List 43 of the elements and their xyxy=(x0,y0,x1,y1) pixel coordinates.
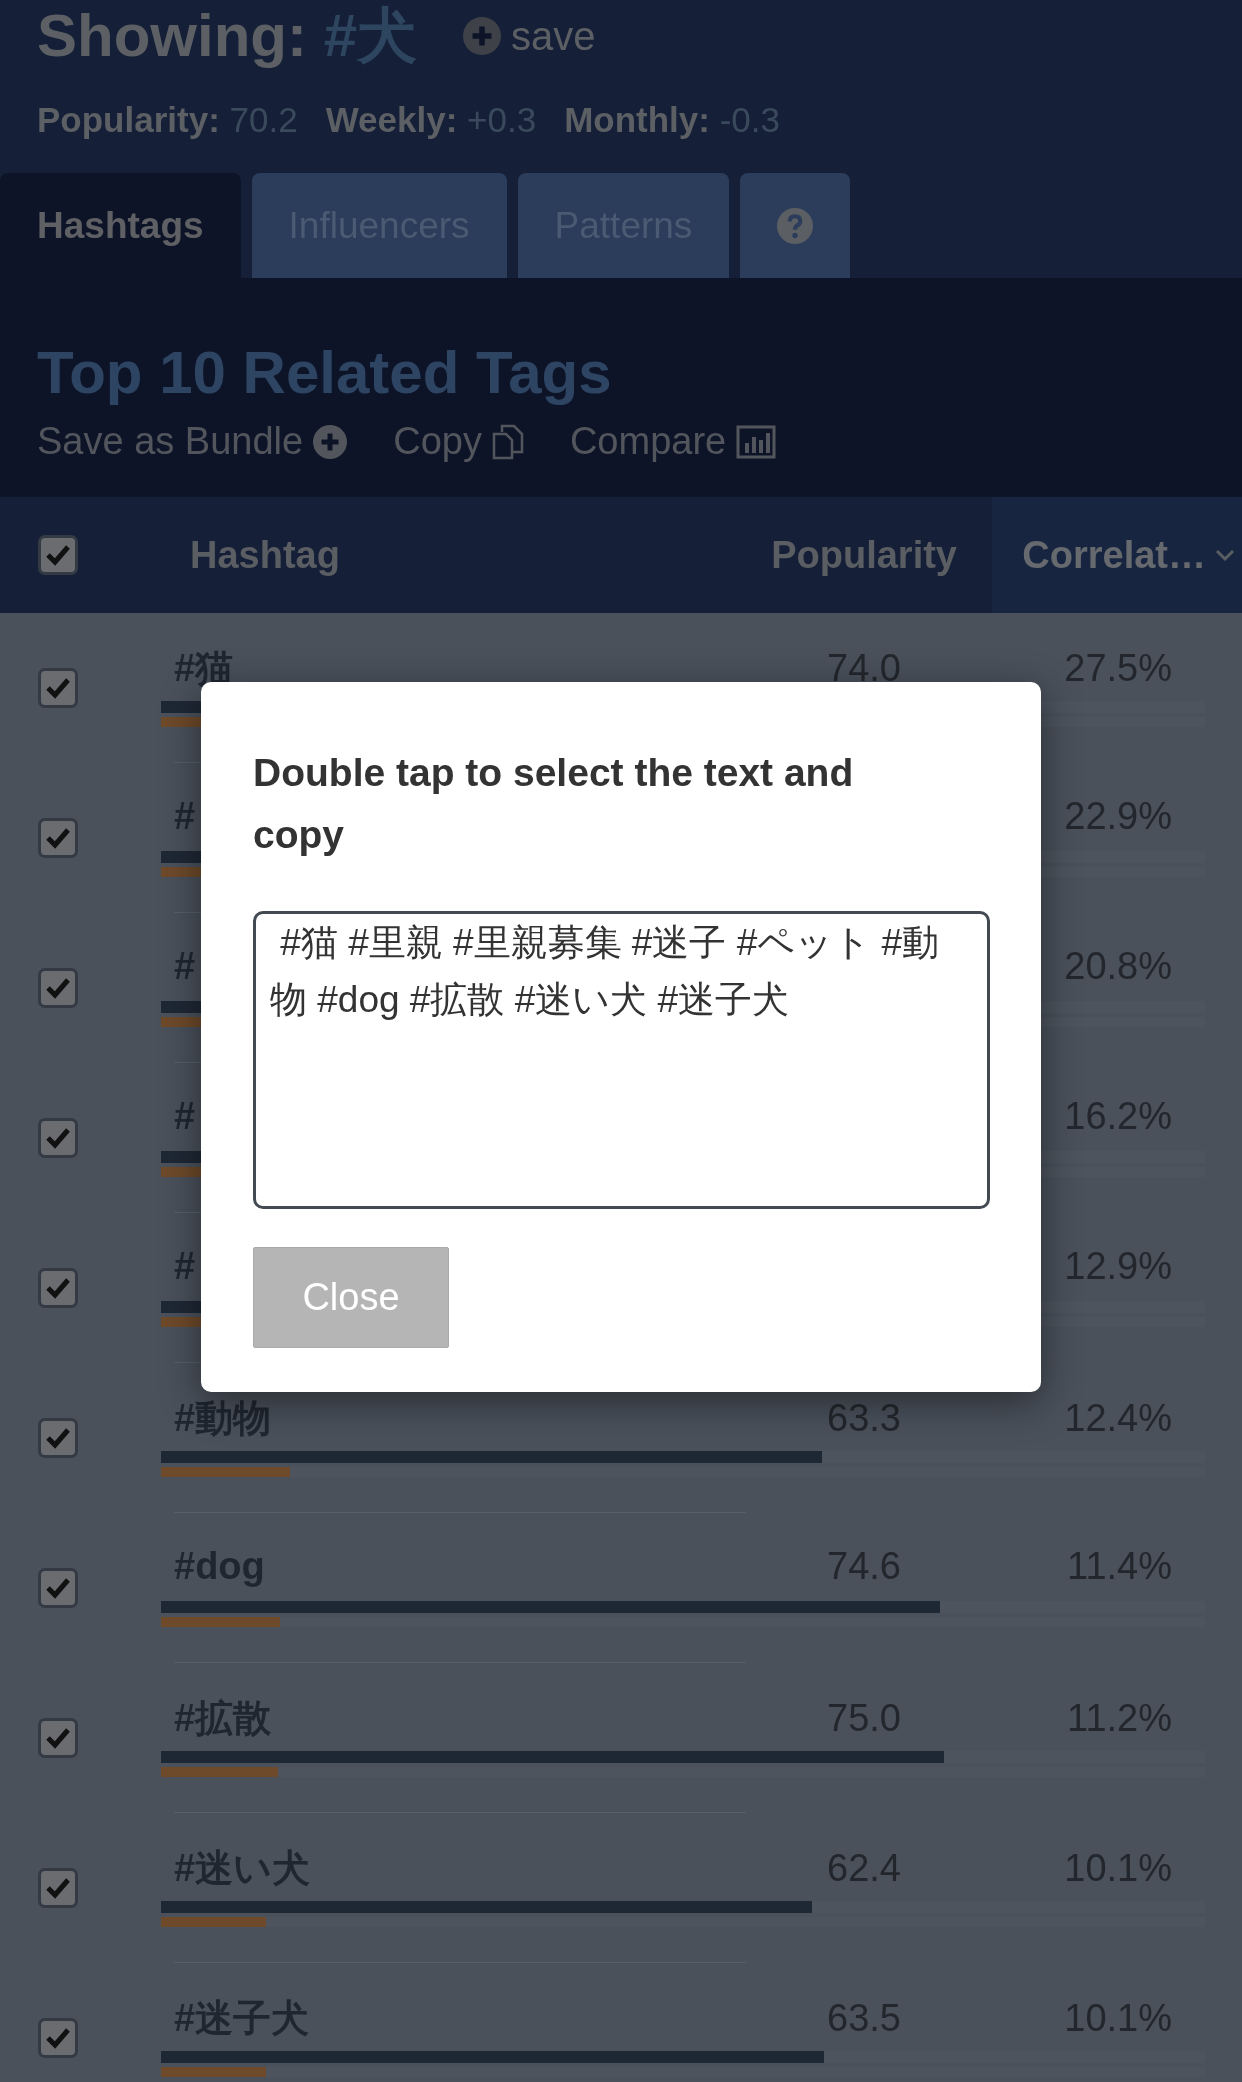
check-icon xyxy=(45,1877,71,1899)
checkbox[interactable] xyxy=(38,1568,78,1608)
action-link[interactable]: Compare xyxy=(569,420,777,463)
checkbox[interactable] xyxy=(38,1418,78,1458)
checkbox[interactable] xyxy=(38,668,78,708)
check-icon xyxy=(45,827,71,849)
checkbox[interactable] xyxy=(38,535,78,575)
checkbox[interactable] xyxy=(38,1718,78,1758)
checkbox[interactable] xyxy=(38,2018,78,2058)
action-link[interactable]: Save as Bundle xyxy=(37,420,348,463)
check-icon xyxy=(45,977,71,999)
hashtag-text: # xyxy=(174,1244,196,1288)
close-button[interactable]: Close xyxy=(253,1247,449,1348)
tab[interactable]: Hashtags xyxy=(0,173,241,278)
plus-circle-icon xyxy=(313,424,348,459)
check-icon xyxy=(45,1727,71,1749)
section-title: Top 10 Related Tags xyxy=(37,338,613,408)
caret-icon xyxy=(1214,548,1236,562)
text-area[interactable]: #猫 #里親 #里親募集 #迷子 #ペット #動物 #dog #拡散 #迷い犬 #迷子犬 xyxy=(253,911,990,1209)
check-icon xyxy=(45,1127,71,1149)
column-header[interactable]: Popularity xyxy=(771,533,957,577)
help-icon xyxy=(777,207,814,244)
checkbox[interactable] xyxy=(38,818,78,858)
hashtag-text: # xyxy=(174,1094,196,1138)
column-header[interactable]: Hashtag xyxy=(190,533,340,577)
check-icon xyxy=(45,1427,71,1449)
plus-circle-icon xyxy=(463,17,501,55)
bar-chart-icon xyxy=(736,424,777,459)
save-link[interactable]: save xyxy=(463,13,596,59)
dialog-title: Double tap to select the text and copy xyxy=(253,750,855,858)
checkbox[interactable] xyxy=(38,1118,78,1158)
check-icon xyxy=(45,1277,71,1299)
check-icon xyxy=(45,544,71,566)
hashtag-text: # xyxy=(174,944,196,988)
action-link[interactable]: Copy xyxy=(393,420,524,463)
checkbox[interactable] xyxy=(38,968,78,1008)
checkbox[interactable] xyxy=(38,1268,78,1308)
hashtag-text: # xyxy=(174,794,196,838)
checkbox[interactable] xyxy=(38,1868,78,1908)
copy-icon xyxy=(491,423,524,460)
check-icon xyxy=(45,677,71,699)
check-icon xyxy=(45,1577,71,1599)
check-icon xyxy=(45,2027,71,2049)
